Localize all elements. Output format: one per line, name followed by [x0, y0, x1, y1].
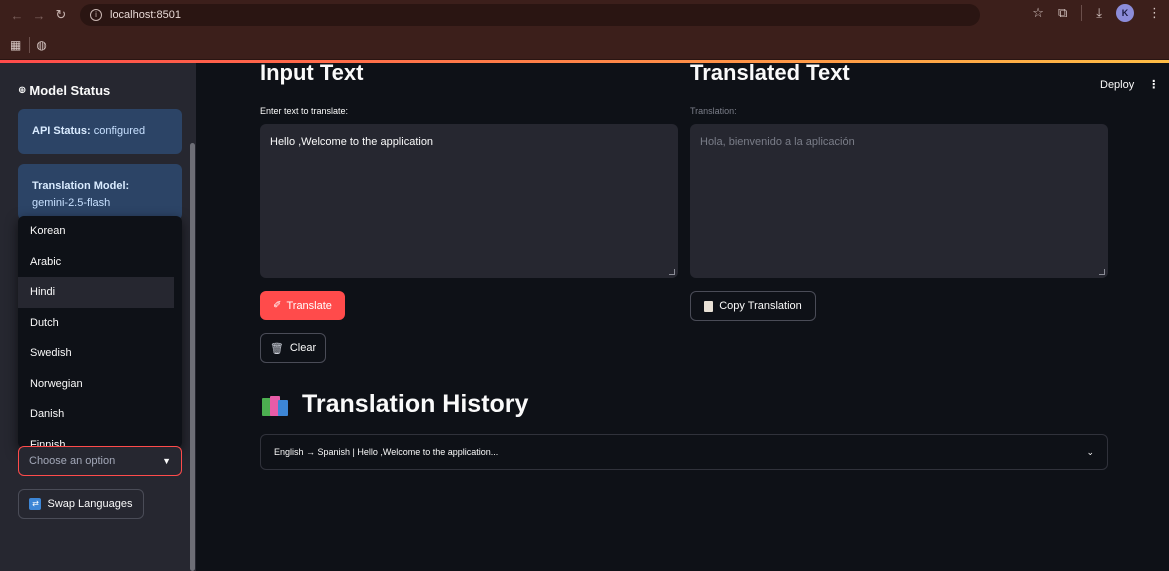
translated-heading: Translated Text	[690, 60, 850, 85]
swap-languages-button[interactable]: ⇄ Swap Languages	[18, 489, 144, 519]
url-text: localhost:8501	[110, 9, 181, 21]
deploy-area: Deploy ⋮	[1100, 78, 1159, 92]
download-icon[interactable]: ⤓	[1096, 5, 1102, 21]
list-item[interactable]: Danish	[18, 399, 182, 430]
books-icon	[262, 394, 290, 416]
list-item[interactable]: Korean	[18, 216, 182, 247]
bookmark-star-icon[interactable]: ☆	[1032, 5, 1044, 21]
list-item[interactable]: Norwegian	[18, 369, 182, 400]
address-bar[interactable]: i localhost:8501	[80, 4, 980, 26]
chevron-down-icon: ⌄	[1086, 446, 1094, 457]
globe-icon[interactable]: ◍	[36, 38, 46, 52]
input-textarea[interactable]: Hello ,Welcome to the application	[260, 124, 678, 278]
bookmarks-divider	[29, 36, 31, 53]
history-title: Translation History	[262, 390, 528, 419]
clear-button[interactable]: 🗑 Clear	[260, 333, 326, 363]
translation-text: Hola, bienvenido a la aplicación	[700, 136, 855, 148]
list-item[interactable]: Dutch	[18, 308, 182, 339]
list-item[interactable]: Hindi	[18, 277, 174, 308]
language-select[interactable]: Choose an option ▼	[18, 446, 182, 476]
reload-icon[interactable]: ↻	[50, 7, 72, 23]
back-icon[interactable]: ←	[6, 8, 28, 23]
translation-label: Translation:	[690, 106, 737, 116]
select-placeholder: Choose an option	[29, 455, 116, 467]
input-text: Hello ,Welcome to the application	[270, 136, 434, 148]
history-entry: English → Spanish | Hello ,Welcome to th…	[274, 447, 499, 457]
resize-handle-icon	[1099, 269, 1105, 275]
extensions-icon[interactable]: ⧉	[1058, 5, 1067, 21]
forward-icon[interactable]: →	[28, 8, 50, 23]
sidebar-title: ⊕ Model Status	[18, 83, 111, 98]
input-label: Enter text to translate:	[260, 106, 349, 116]
bookmarks-bar: ▦ ◍	[0, 30, 1169, 60]
model-status-box: Translation Model: gemini-2.5-flash	[18, 164, 182, 220]
api-status-box: API Status: configured	[18, 109, 182, 154]
input-heading: Input Text	[260, 60, 364, 85]
apps-grid-icon[interactable]: ▦	[10, 38, 21, 52]
clipboard-icon	[704, 300, 714, 312]
list-item[interactable]: Arabic	[18, 247, 182, 278]
resize-handle-icon[interactable]	[669, 269, 675, 275]
profile-avatar[interactable]: K	[1116, 4, 1134, 22]
swap-icon: ⇄	[29, 498, 42, 510]
browser-menu-icon[interactable]: ⋮	[1148, 5, 1161, 21]
pen-icon: ✐	[273, 300, 282, 311]
chevron-down-icon: ▼	[162, 456, 171, 466]
language-dropdown-list[interactable]: Korean Arabic Hindi Dutch Swedish Norweg…	[18, 216, 182, 448]
globe-small-icon: ⊕	[18, 85, 27, 96]
sidebar: ⊕ Model Status API Status: configured Tr…	[0, 63, 196, 571]
browser-toolbar: ← → ↻ i localhost:8501 ☆ ⧉ ⤓ K ⋮	[0, 0, 1169, 30]
list-item[interactable]: Swedish	[18, 338, 182, 369]
history-expander[interactable]: English → Spanish | Hello ,Welcome to th…	[260, 434, 1108, 470]
copy-translation-button[interactable]: Copy Translation	[690, 291, 816, 321]
sidebar-scrollbar[interactable]	[190, 143, 195, 571]
translate-button[interactable]: ✐ Translate	[260, 291, 345, 320]
translation-textarea: Hola, bienvenido a la aplicación	[690, 124, 1108, 278]
main-menu-icon[interactable]: ⋮	[1148, 78, 1159, 91]
trash-icon: 🗑	[269, 342, 284, 355]
deploy-button[interactable]: Deploy	[1100, 79, 1134, 91]
site-info-icon[interactable]: i	[90, 9, 102, 21]
toolbar-divider	[1081, 5, 1083, 21]
